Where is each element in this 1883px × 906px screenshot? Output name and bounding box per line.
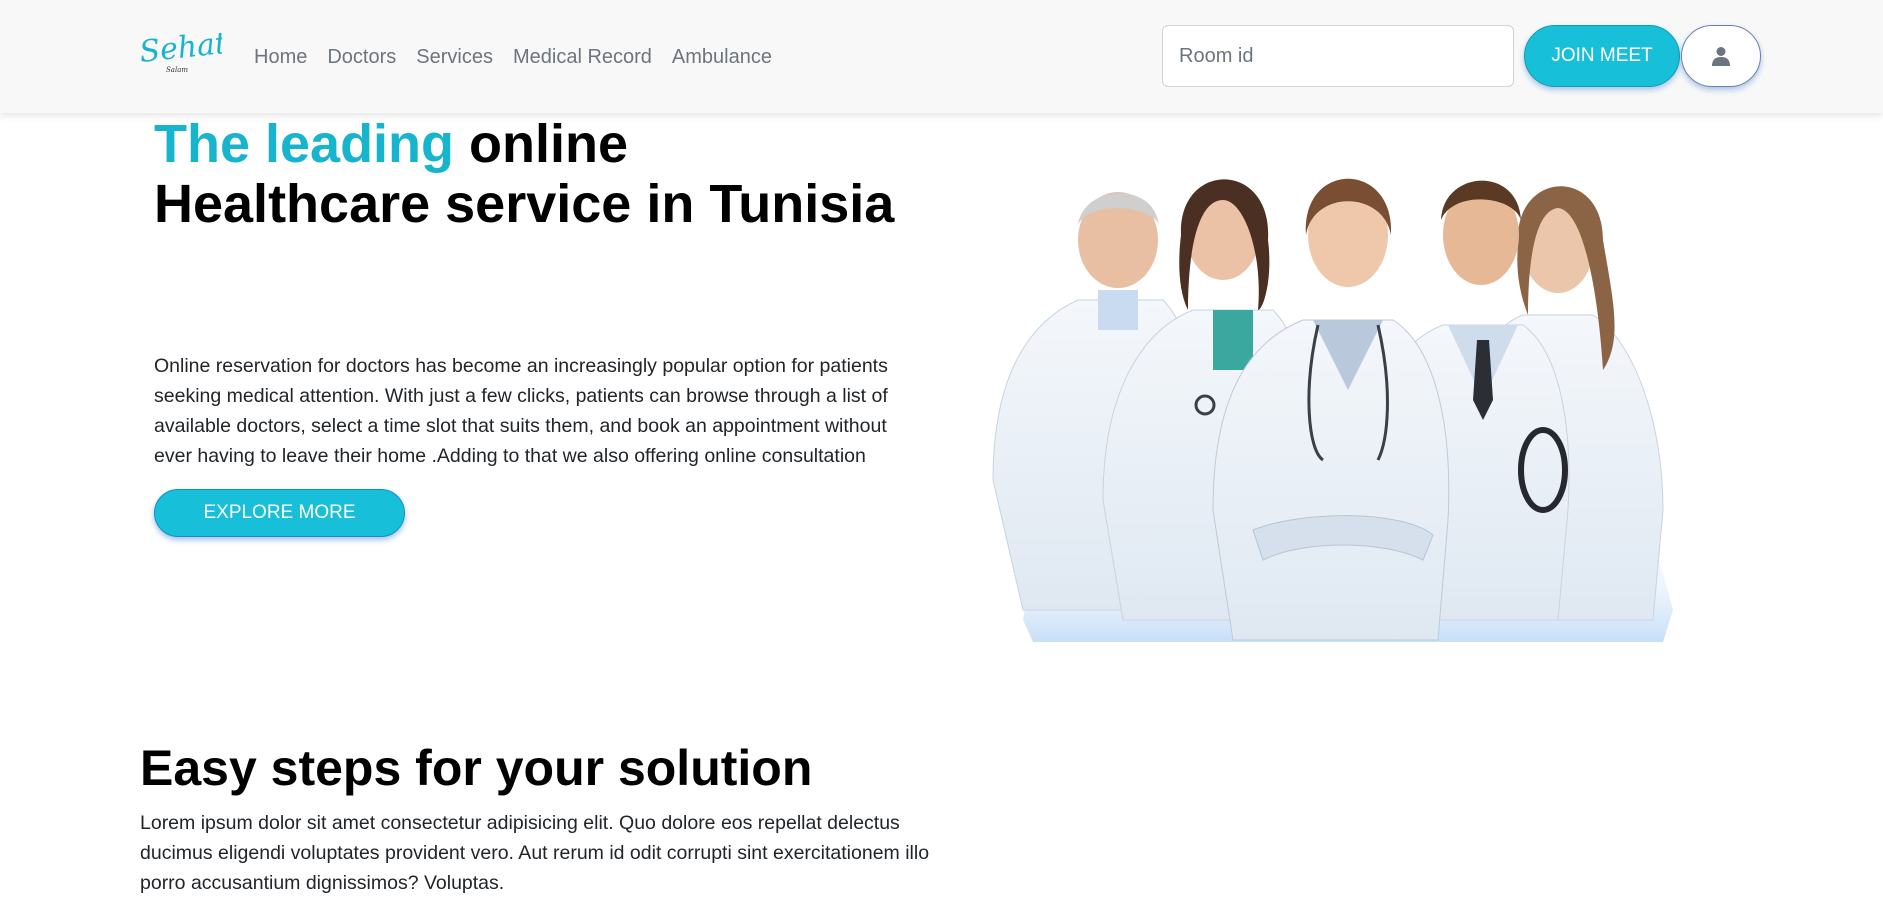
steps-section-description: Lorem ipsum dolor sit amet consectetur a… xyxy=(140,812,930,894)
brand-logo[interactable]: Sehaty Salam xyxy=(138,28,222,80)
navbar: Sehaty Salam Home Doctors Services Medic… xyxy=(0,0,1883,113)
hero-description: Online reservation for doctors has becom… xyxy=(154,355,888,467)
hero-title: The leading online Healthcare service in… xyxy=(154,114,914,234)
nav-services[interactable]: Services xyxy=(416,44,493,70)
nav-doctors[interactable]: Doctors xyxy=(327,44,396,70)
user-account-button[interactable] xyxy=(1681,25,1761,87)
hero-title-accent: The leading xyxy=(154,114,455,174)
nav-ambulance[interactable]: Ambulance xyxy=(672,44,772,70)
room-id-input[interactable] xyxy=(1162,25,1514,87)
join-meet-button[interactable]: JOIN MEET xyxy=(1524,25,1680,87)
main-nav: Home Doctors Services Medical Record Amb… xyxy=(254,44,792,70)
user-icon xyxy=(1712,47,1730,66)
svg-text:Sehaty: Sehaty xyxy=(138,28,222,70)
steps-section-title: Easy steps for your solution xyxy=(140,740,813,796)
svg-text:Salam: Salam xyxy=(166,66,188,74)
nav-home[interactable]: Home xyxy=(254,44,307,70)
nav-medical-record[interactable]: Medical Record xyxy=(513,44,652,70)
explore-more-button[interactable]: EXPLORE MORE xyxy=(154,489,405,537)
doctors-team-image xyxy=(992,178,1673,642)
